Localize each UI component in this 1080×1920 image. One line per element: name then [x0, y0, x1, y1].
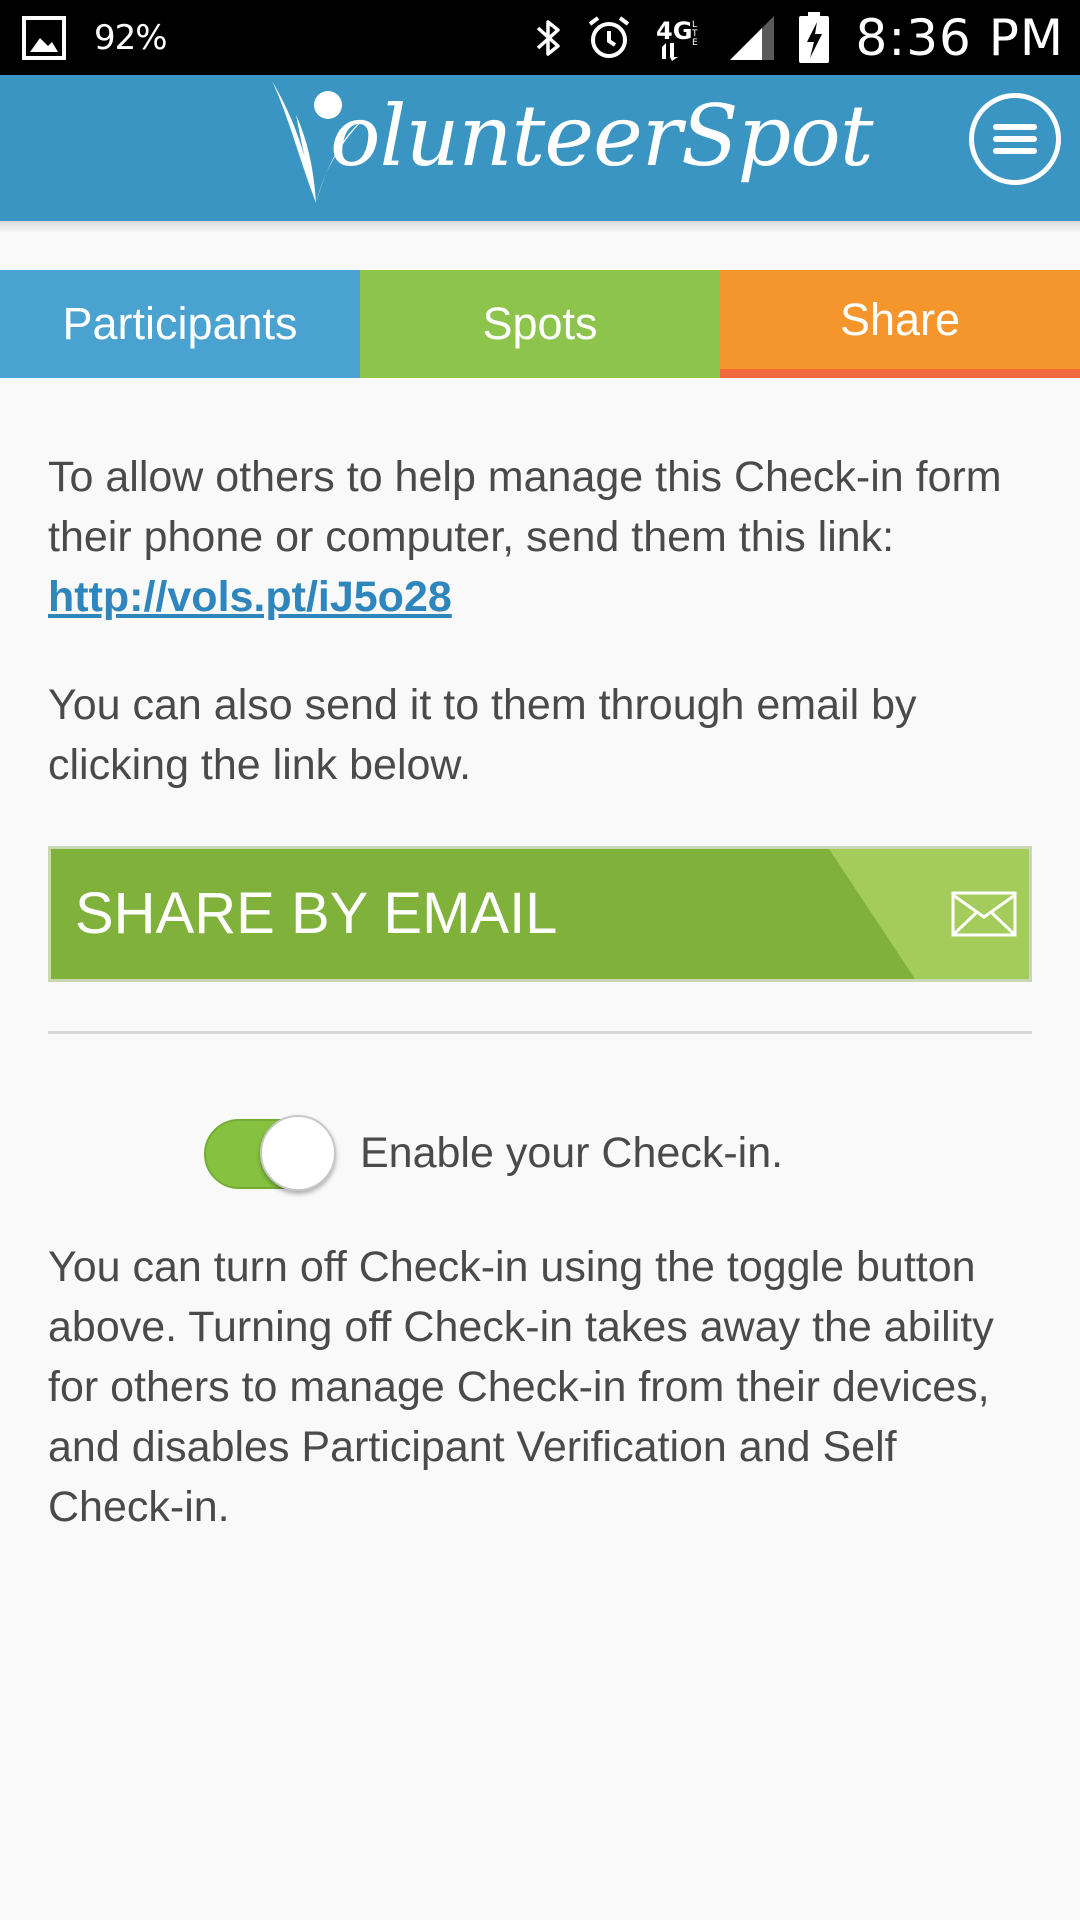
tab-spots-label: Spots [482, 298, 598, 349]
tab-bar: Participants Spots Share [0, 270, 1080, 378]
alarm-icon [588, 16, 629, 58]
volunteerspot-logo[interactable]: olunteerSpot [268, 75, 874, 221]
share-by-email-button[interactable]: SHARE BY EMAIL [48, 846, 1032, 982]
status-left: 92% [22, 12, 168, 64]
tab-share[interactable]: Share [720, 270, 1080, 378]
lte-icon: 4G L T E [656, 17, 698, 61]
logo-text: olunteerSpot [330, 87, 874, 185]
checkin-toggle-label: Enable your Check-in. [360, 1128, 784, 1177]
share-intro-text: To allow others to help manage this Chec… [48, 453, 1002, 561]
share-link[interactable]: http://vols.pt/iJ5o28 [48, 573, 452, 621]
share-link-paragraph: To allow others to help manage this Chec… [48, 447, 1032, 627]
header-shadow [0, 221, 1080, 233]
divider [48, 1031, 1032, 1034]
status-bar: 92% 4G L T E 8:36 PM [0, 0, 1080, 75]
gallery-icon [22, 16, 66, 60]
bluetooth-icon [536, 20, 560, 56]
envelope-icon [951, 891, 1017, 937]
signal-icon [729, 16, 774, 60]
svg-text:4G: 4G [656, 17, 692, 45]
status-right: 4G L T E 8:36 PM [512, 6, 1064, 70]
battery-percent: 92% [94, 18, 168, 58]
tab-spots[interactable]: Spots [360, 270, 720, 378]
checkin-info-paragraph: You can turn off Check-in using the togg… [48, 1243, 994, 1531]
checkin-toggle-row: Enable your Check-in. [204, 1113, 783, 1193]
toggle-knob [260, 1115, 336, 1191]
tab-participants[interactable]: Participants [0, 270, 360, 378]
svg-text:E: E [692, 38, 698, 48]
tab-share-label: Share [839, 293, 961, 345]
clock-time: 8:36 PM [855, 9, 1064, 67]
share-email-paragraph: You can also send it to them through ema… [48, 681, 917, 789]
battery-charging-icon [798, 12, 829, 63]
app-header: olunteerSpot [0, 75, 1080, 221]
menu-button[interactable] [969, 93, 1061, 185]
checkin-toggle[interactable] [204, 1115, 336, 1191]
hamburger-menu-icon [993, 124, 1037, 154]
tab-participants-label: Participants [62, 298, 298, 349]
share-by-email-label: SHARE BY EMAIL [75, 881, 558, 946]
